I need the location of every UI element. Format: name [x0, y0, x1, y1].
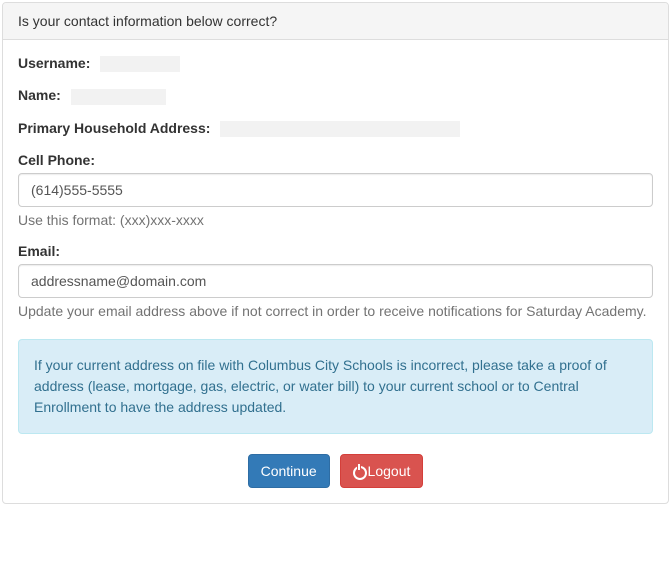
name-label: Name: — [18, 87, 61, 103]
panel-heading: Is your contact information below correc… — [3, 3, 668, 40]
address-alert: If your current address on file with Col… — [18, 339, 653, 434]
power-icon — [353, 465, 365, 477]
email-input[interactable] — [18, 264, 653, 298]
name-value-redacted — [71, 89, 166, 105]
panel-body: Username: Name: Primary Household Addres… — [3, 40, 668, 503]
cellphone-label: Cell Phone: — [18, 152, 95, 168]
username-value-redacted — [100, 56, 180, 72]
username-row: Username: — [18, 55, 653, 72]
email-help: Update your email address above if not c… — [18, 303, 653, 319]
logout-button[interactable]: Logout — [340, 454, 424, 488]
address-row: Primary Household Address: — [18, 120, 653, 137]
cellphone-group: Cell Phone: Use this format: (xxx)xxx-xx… — [18, 152, 653, 228]
address-value-redacted — [220, 121, 460, 137]
cellphone-help: Use this format: (xxx)xxx-xxxx — [18, 212, 653, 228]
username-label: Username: — [18, 55, 90, 71]
contact-info-panel: Is your contact information below correc… — [2, 2, 669, 504]
continue-button[interactable]: Continue — [248, 454, 330, 488]
email-label: Email: — [18, 243, 60, 259]
button-row: Continue Logout — [18, 454, 653, 488]
email-group: Email: Update your email address above i… — [18, 243, 653, 319]
logout-button-label: Logout — [368, 463, 411, 479]
address-label: Primary Household Address: — [18, 120, 210, 136]
cellphone-input[interactable] — [18, 173, 653, 207]
name-row: Name: — [18, 87, 653, 104]
